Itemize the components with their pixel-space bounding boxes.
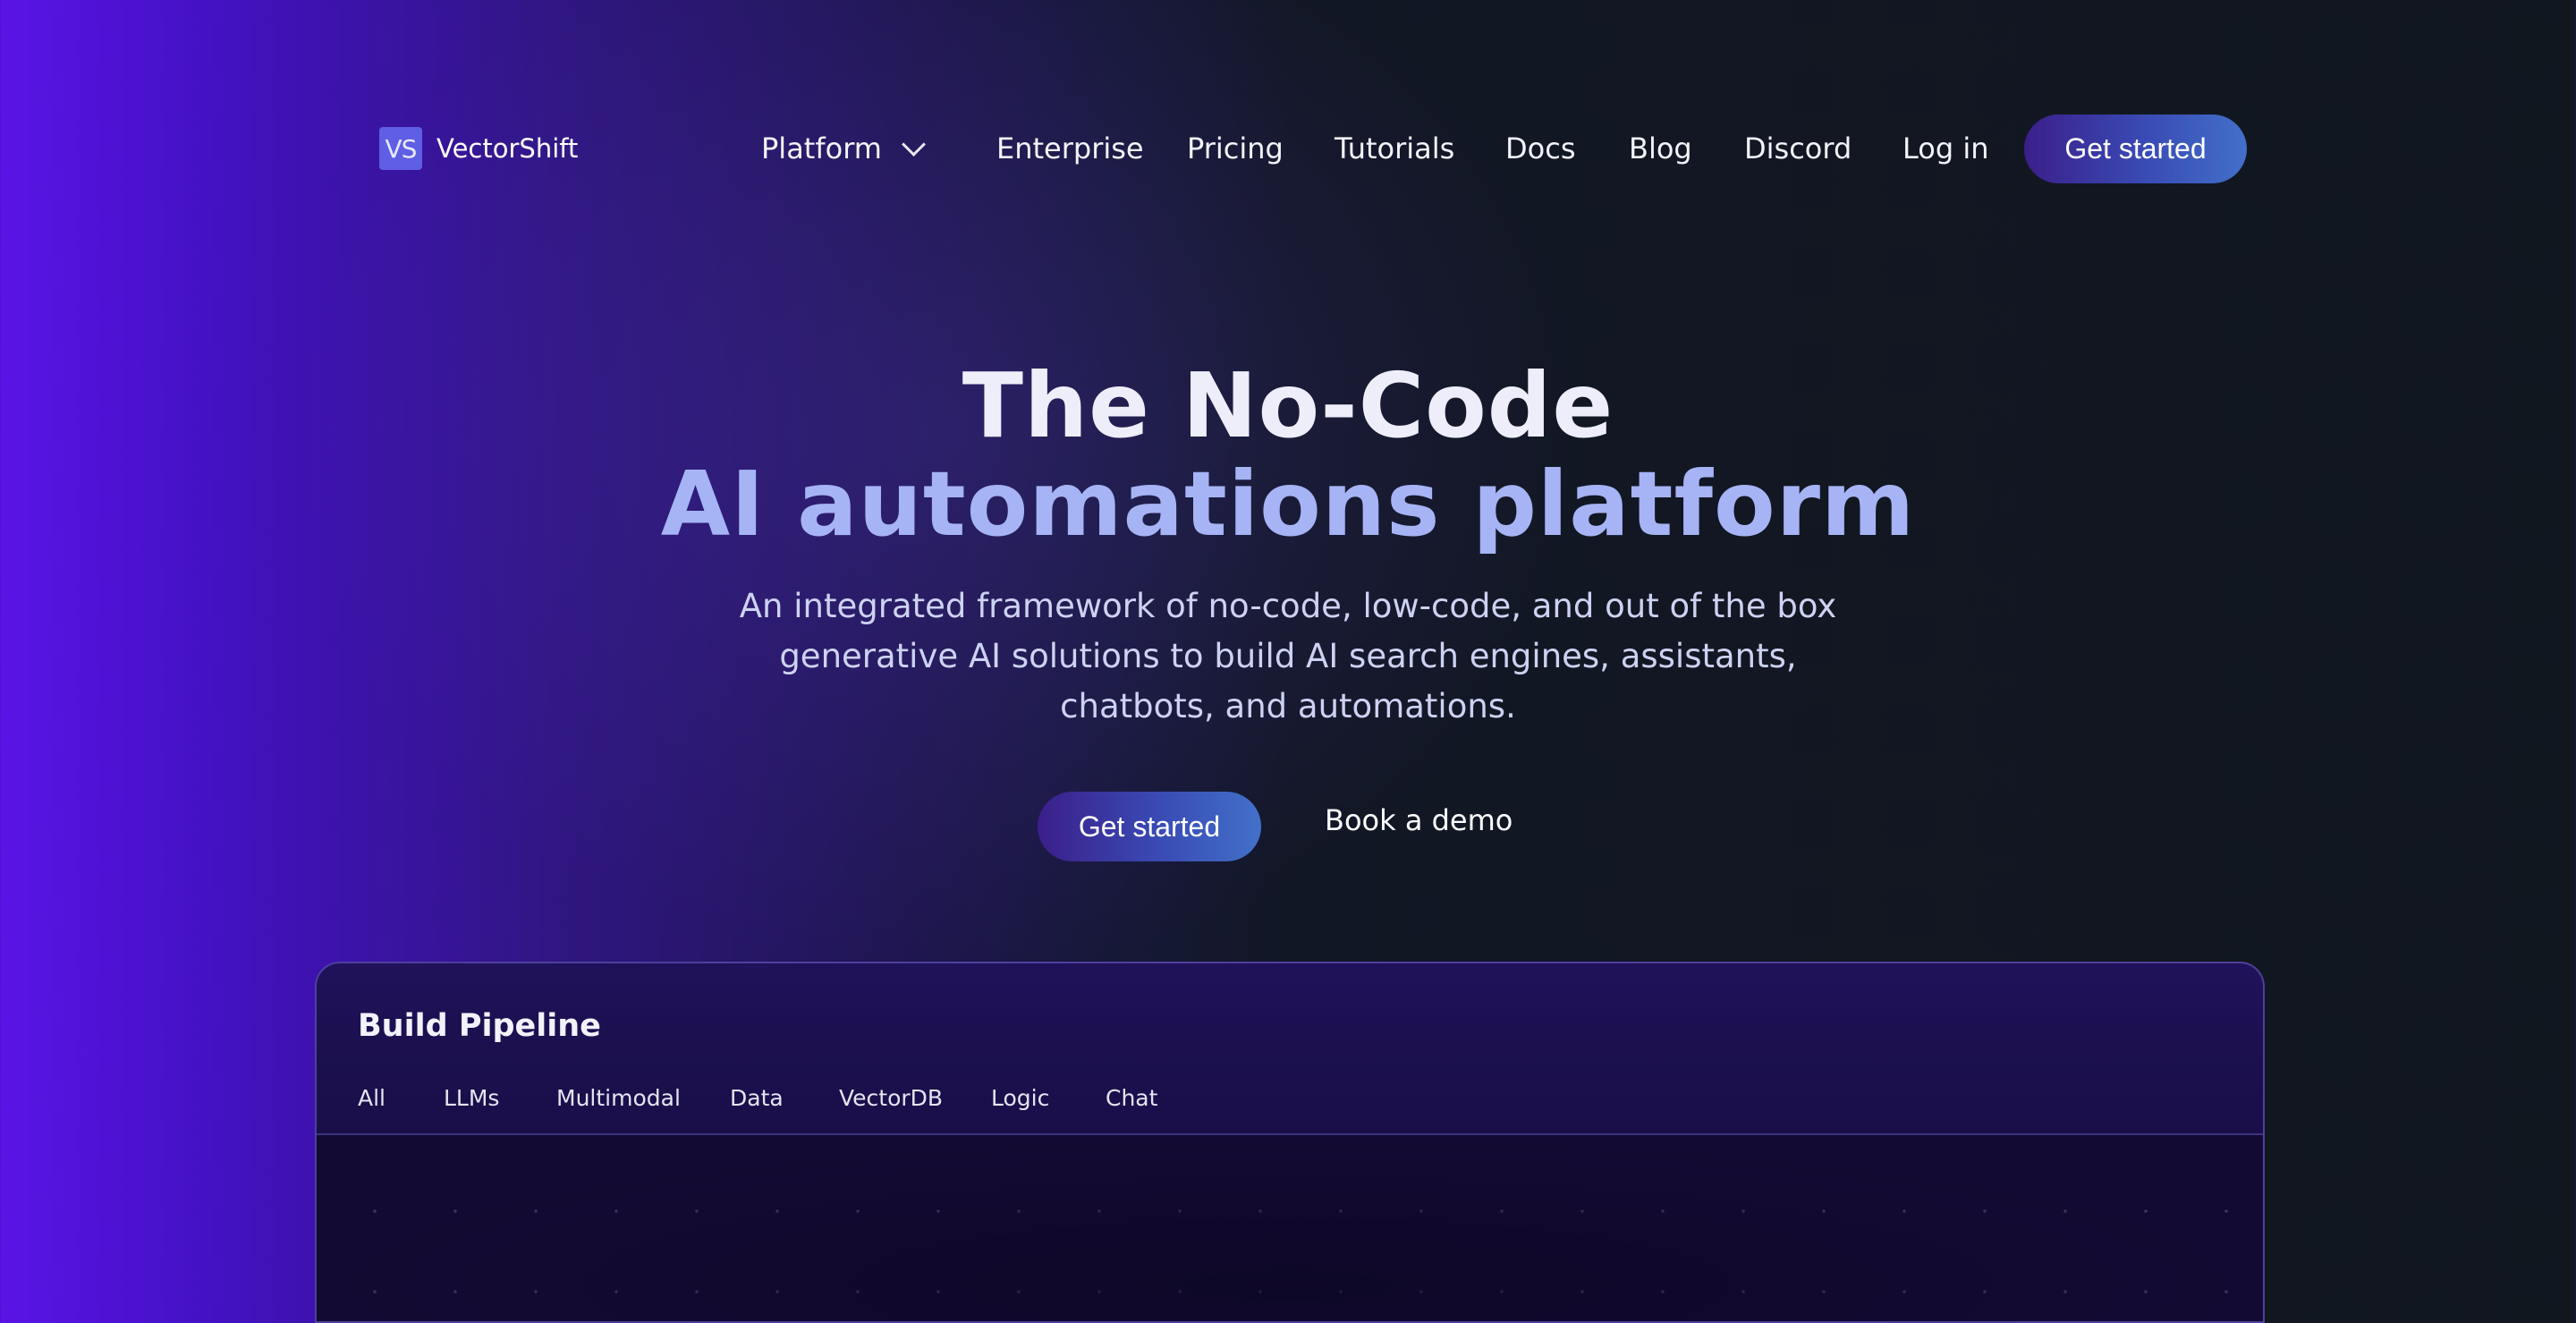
- hero-title-line2: AI automations platform: [660, 452, 1916, 556]
- chevron-down-icon: [902, 132, 926, 157]
- book-demo-link[interactable]: Book a demo: [1325, 803, 1513, 837]
- logo-mark-icon: VS: [379, 127, 422, 170]
- nav-docs-link[interactable]: Docs: [1505, 131, 1575, 166]
- build-pipeline-panel: Build Pipeline All LLMs Multimodal Data …: [315, 962, 2265, 1323]
- nav-platform-dropdown[interactable]: Platform: [761, 131, 926, 166]
- brand-logo[interactable]: VS VectorShift: [379, 127, 578, 170]
- panel-title: Build Pipeline: [358, 1008, 601, 1044]
- tab-chat[interactable]: Chat: [1106, 1085, 1157, 1111]
- hero-title-line1: The No-Code: [962, 353, 1614, 458]
- tab-llms[interactable]: LLMs: [444, 1085, 499, 1111]
- tab-all[interactable]: All: [358, 1085, 386, 1111]
- tab-logic[interactable]: Logic: [991, 1085, 1049, 1111]
- nav-blog-link[interactable]: Blog: [1629, 131, 1692, 166]
- nav-platform-label: Platform: [761, 131, 882, 165]
- pipeline-canvas[interactable]: [317, 1135, 2263, 1321]
- top-navigation: VS VectorShift Platform Enterprise Prici…: [0, 0, 2576, 183]
- nav-get-started-button[interactable]: Get started: [2024, 114, 2247, 183]
- hero-subtitle-line2: generative AI solutions to build AI sear…: [779, 637, 1797, 675]
- nav-enterprise-link[interactable]: Enterprise: [996, 131, 1144, 166]
- hero-subtitle-line1: An integrated framework of no-code, low-…: [739, 587, 1837, 625]
- nav-discord-link[interactable]: Discord: [1744, 131, 1852, 166]
- canvas-shade: [317, 1135, 2263, 1321]
- hero-subtitle: An integrated framework of no-code, low-…: [698, 581, 1878, 732]
- hero-subtitle-line3: chatbots, and automations.: [1060, 687, 1516, 725]
- hero-get-started-button[interactable]: Get started: [1038, 792, 1261, 861]
- tab-multimodal[interactable]: Multimodal: [556, 1085, 681, 1111]
- nav-login-link[interactable]: Log in: [1902, 131, 1989, 166]
- brand-name: VectorShift: [436, 133, 579, 164]
- nav-tutorials-link[interactable]: Tutorials: [1335, 131, 1454, 166]
- tab-data[interactable]: Data: [730, 1085, 784, 1111]
- nav-pricing-link[interactable]: Pricing: [1187, 131, 1284, 166]
- tab-vectordb[interactable]: VectorDB: [839, 1085, 943, 1111]
